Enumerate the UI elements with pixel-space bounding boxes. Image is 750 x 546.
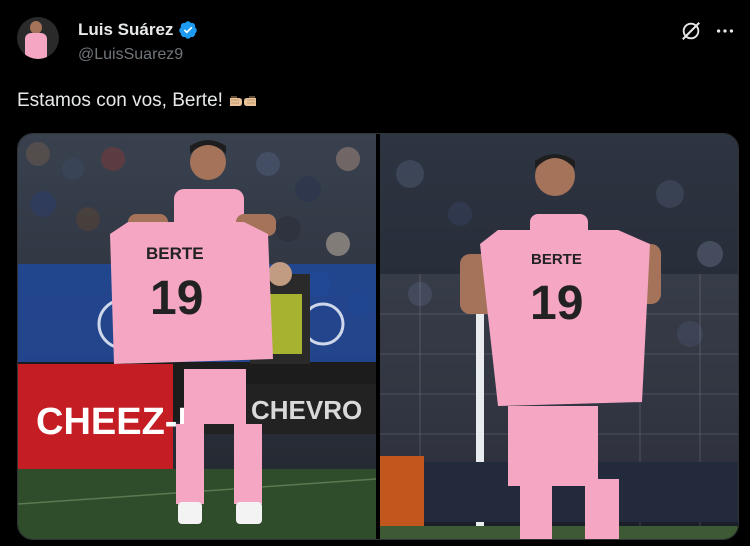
fist-bump-emoji-icon xyxy=(229,96,256,106)
photo-left[interactable]: CHEEZ-IT CHEVRO BERTE 19 xyxy=(18,134,376,539)
right-jersey-number: 19 xyxy=(530,277,583,330)
chevrolet-ad-text: CHEVRO xyxy=(251,395,362,425)
left-jersey-name: BERTE xyxy=(146,244,204,263)
grok-icon[interactable] xyxy=(680,20,702,42)
author-name[interactable]: Luis Suárez xyxy=(78,20,173,40)
tweet-body: Estamos con vos, Berte! xyxy=(17,90,223,111)
verified-badge-icon xyxy=(179,21,198,39)
photo-right[interactable]: BERTE 19 xyxy=(380,134,738,539)
avatar[interactable] xyxy=(17,17,59,59)
author-handle[interactable]: @LuisSuarez9 xyxy=(78,46,183,64)
tweet-text: Estamos con vos, Berte! xyxy=(17,90,257,112)
left-jersey-number: 19 xyxy=(150,272,203,325)
more-icon[interactable] xyxy=(714,20,736,42)
author-name-row[interactable]: Luis Suárez xyxy=(78,20,198,40)
media-grid: CHEEZ-IT CHEVRO BERTE 19 BERTE 19 xyxy=(17,133,739,540)
right-jersey-name: BERTE xyxy=(531,251,582,268)
